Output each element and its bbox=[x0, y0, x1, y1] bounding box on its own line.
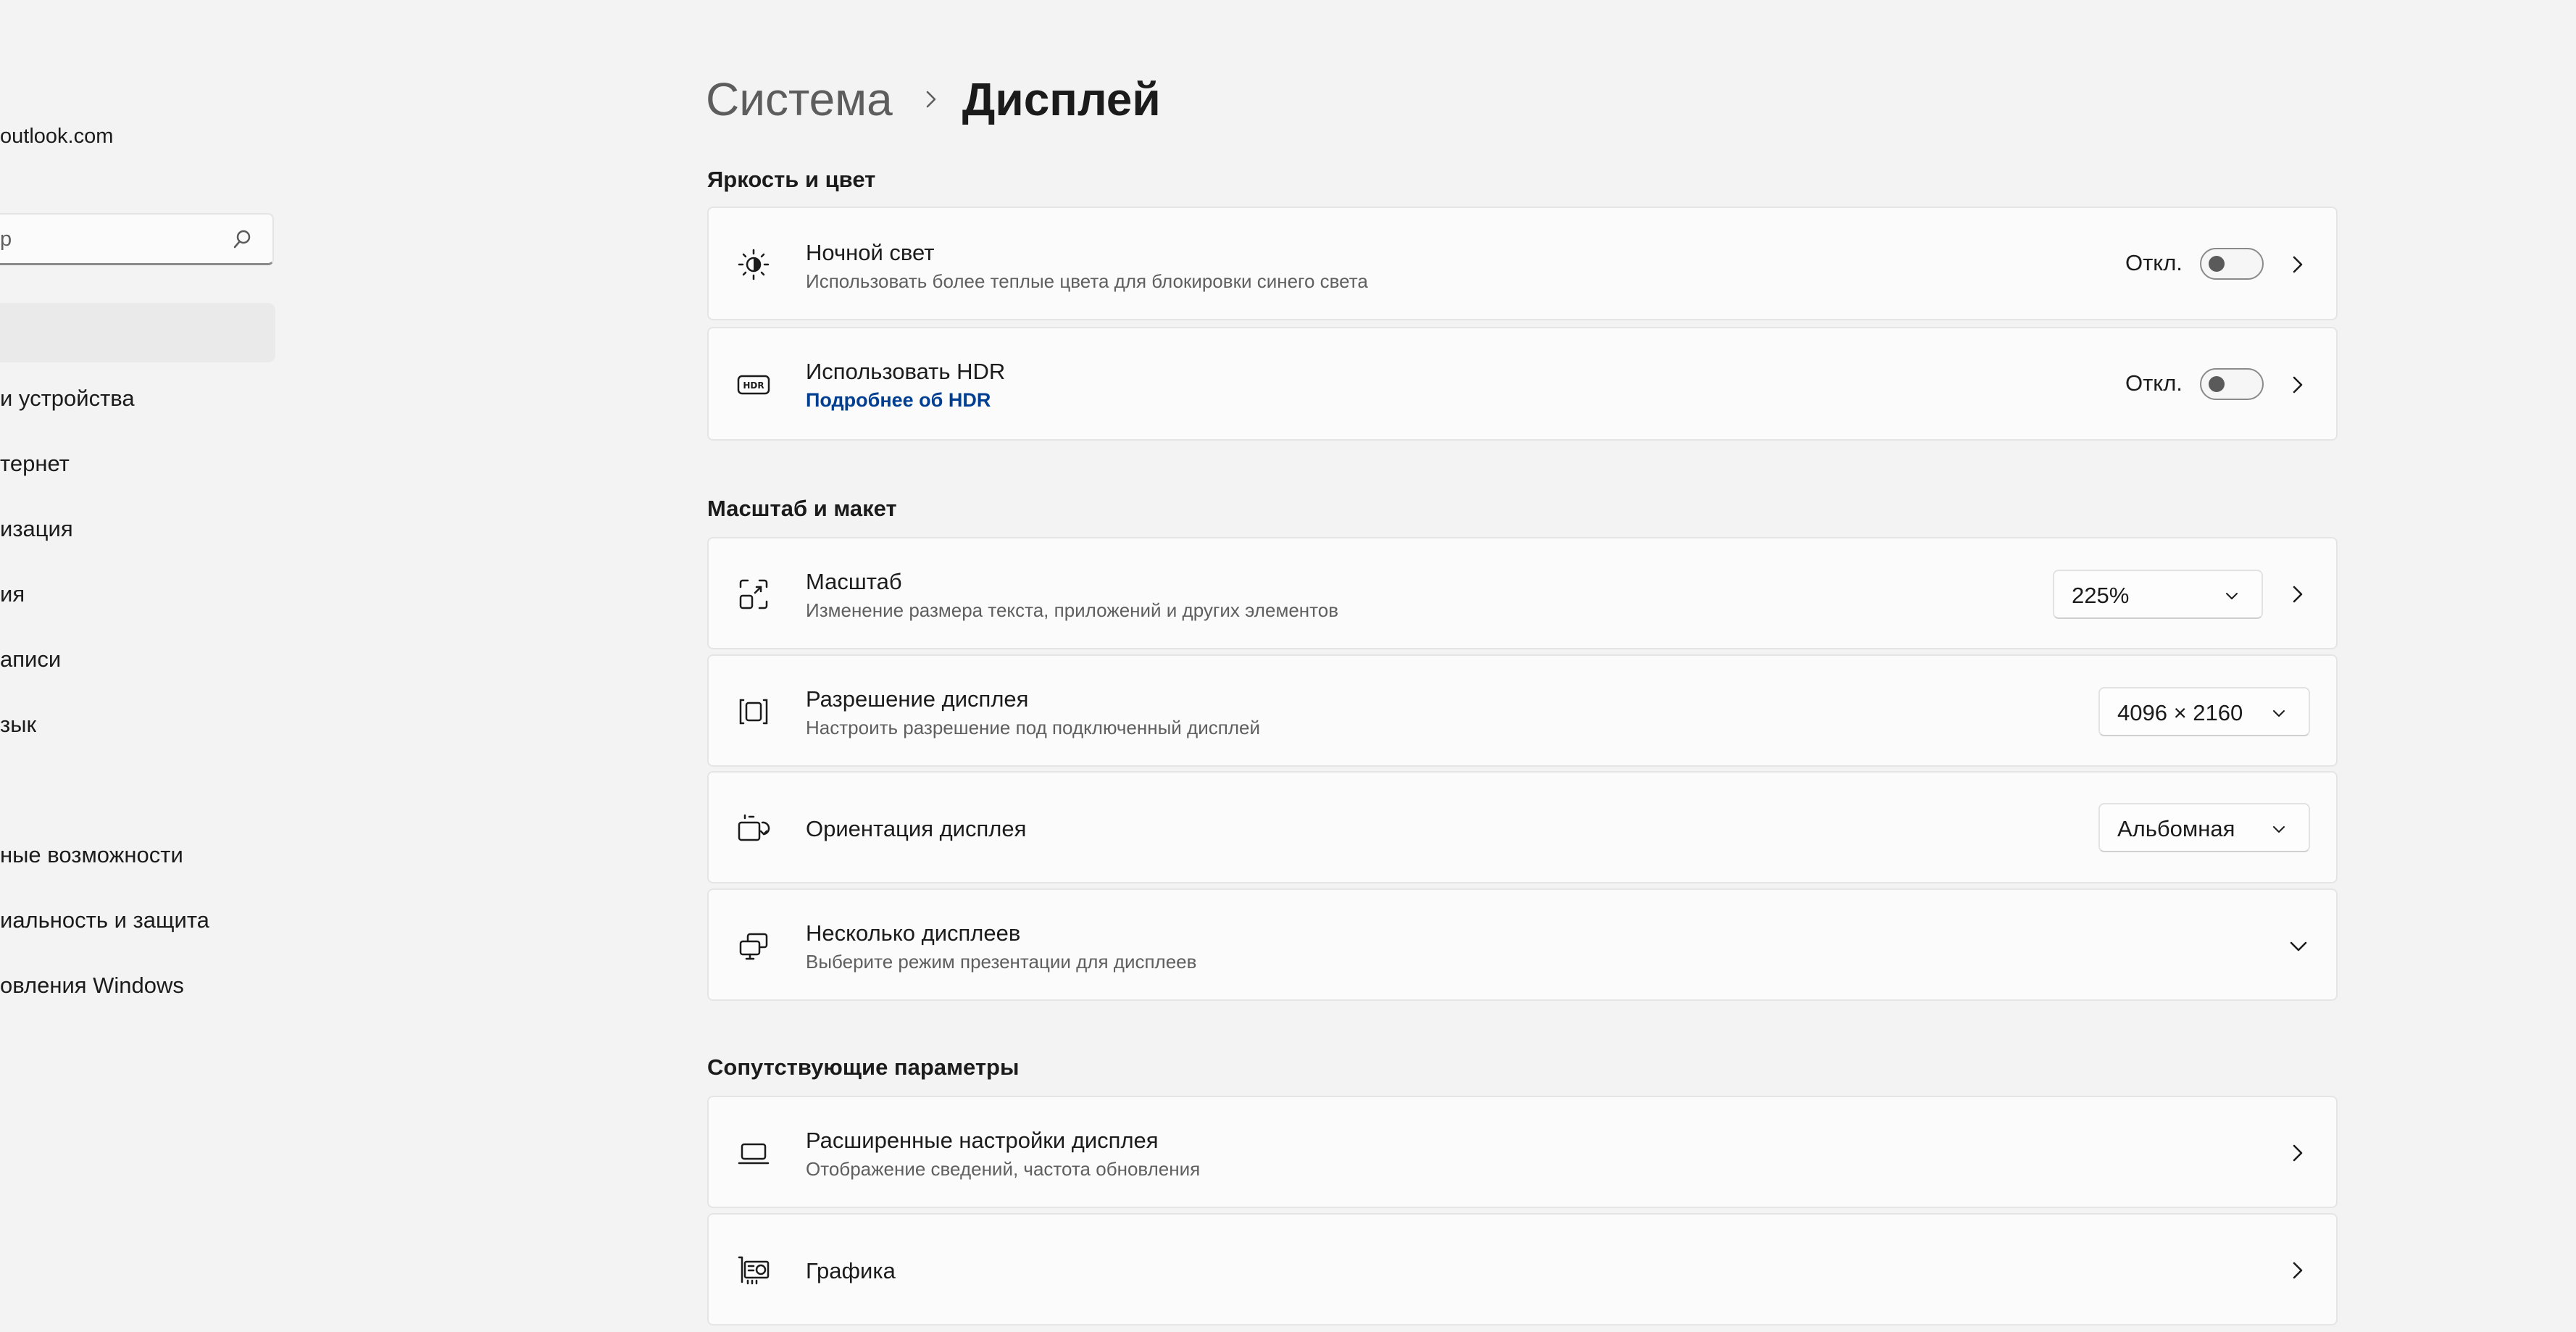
multiple-displays-subtitle: Выберите режим презентации для дисплеев bbox=[806, 951, 1197, 973]
sidebar-item-privacy[interactable]: иальность и защита bbox=[0, 907, 209, 933]
night-light-toggle[interactable] bbox=[2200, 248, 2264, 280]
multiple-displays-card[interactable]: Несколько дисплеев Выберите режим презен… bbox=[707, 888, 2338, 1001]
brightness-icon bbox=[736, 247, 771, 282]
sidebar-item-windows-update[interactable]: овления Windows bbox=[0, 973, 184, 999]
sidebar-item-system[interactable] bbox=[0, 303, 275, 362]
section-title-scale-layout: Масштаб и макет bbox=[707, 496, 897, 521]
toggle-knob bbox=[2209, 256, 2225, 272]
orientation-card[interactable]: Ориентация дисплея Альбомная bbox=[707, 771, 2338, 883]
resolution-card[interactable]: Разрешение дисплея Настроить разрешение … bbox=[707, 654, 2338, 767]
section-title-related: Сопутствующие параметры bbox=[707, 1054, 1020, 1080]
scale-dropdown-value: 225% bbox=[2072, 583, 2130, 608]
chevron-right-icon[interactable] bbox=[2288, 585, 2307, 604]
resolution-title: Разрешение дисплея bbox=[806, 686, 1029, 712]
toggle-knob bbox=[2209, 376, 2225, 392]
graphics-title: Графика bbox=[806, 1258, 896, 1283]
resolution-dropdown-value: 4096 × 2160 bbox=[2117, 700, 2243, 725]
resolution-dropdown[interactable]: 4096 × 2160 bbox=[2098, 687, 2310, 736]
night-light-title: Ночной свет bbox=[806, 240, 935, 265]
advanced-display-subtitle: Отображение сведений, частота обновления bbox=[806, 1158, 1201, 1180]
hdr-state-label: Откл. bbox=[2125, 370, 2183, 396]
scale-subtitle: Изменение размера текста, приложений и д… bbox=[806, 599, 1339, 621]
orientation-dropdown-value: Альбомная bbox=[2117, 816, 2235, 841]
hdr-title: Использовать HDR bbox=[806, 359, 1006, 384]
chevron-down-icon bbox=[2271, 706, 2287, 722]
sidebar-item-devices[interactable]: и устройства bbox=[0, 386, 135, 412]
chevron-down-icon bbox=[2271, 822, 2287, 838]
hdr-learn-more-link[interactable]: Подробнее об HDR bbox=[806, 389, 991, 412]
chevron-right-icon[interactable] bbox=[2288, 1261, 2307, 1280]
hdr-toggle[interactable] bbox=[2200, 368, 2264, 400]
chevron-right-icon[interactable] bbox=[2288, 375, 2307, 394]
search-input-text: р bbox=[0, 228, 12, 251]
sidebar-item-accessibility[interactable]: ные возможности bbox=[0, 842, 183, 868]
chevron-right-icon[interactable] bbox=[2288, 255, 2307, 274]
chevron-right-icon bbox=[920, 88, 942, 110]
breadcrumb: Система Дисплей bbox=[706, 72, 1161, 126]
sidebar-item-personalization[interactable]: изация bbox=[0, 516, 73, 542]
sidebar-item-accounts[interactable]: аписи bbox=[0, 646, 61, 673]
search-icon[interactable] bbox=[233, 228, 257, 251]
hdr-card[interactable]: HDR Использовать HDR Подробнее об HDR От… bbox=[707, 327, 2338, 441]
breadcrumb-parent[interactable]: Система bbox=[706, 72, 893, 126]
graphics-card-icon bbox=[736, 1253, 771, 1288]
sidebar: outlook.com р и устройства тернет изация… bbox=[0, 0, 283, 1332]
scale-dropdown[interactable]: 225% bbox=[2053, 570, 2263, 619]
rotate-display-icon bbox=[736, 811, 771, 846]
resolution-subtitle: Настроить разрешение под подключенный ди… bbox=[806, 717, 1260, 738]
chevron-down-icon bbox=[2224, 588, 2240, 604]
search-input[interactable]: р bbox=[0, 213, 274, 265]
scale-icon bbox=[736, 577, 771, 612]
night-light-card[interactable]: Ночной свет Использовать более теплые цв… bbox=[707, 207, 2338, 320]
night-light-subtitle: Использовать более теплые цвета для блок… bbox=[806, 270, 1368, 292]
section-title-brightness: Яркость и цвет bbox=[707, 167, 876, 192]
advanced-display-card[interactable]: Расширенные настройки дисплея Отображени… bbox=[707, 1096, 2338, 1208]
orientation-title: Ориентация дисплея bbox=[806, 816, 1027, 841]
hdr-icon: HDR bbox=[736, 367, 771, 402]
account-email: outlook.com bbox=[0, 125, 114, 148]
laptop-icon bbox=[736, 1136, 771, 1170]
advanced-display-title: Расширенные настройки дисплея bbox=[806, 1128, 1159, 1153]
graphics-card[interactable]: Графика bbox=[707, 1213, 2338, 1325]
night-light-state-label: Откл. bbox=[2125, 250, 2183, 275]
multiple-displays-icon bbox=[736, 928, 771, 963]
sidebar-item-network[interactable]: тернет bbox=[0, 451, 70, 477]
page-title: Дисплей bbox=[962, 73, 1161, 125]
scale-title: Масштаб bbox=[806, 569, 902, 594]
chevron-right-icon[interactable] bbox=[2288, 1144, 2307, 1162]
resolution-icon bbox=[736, 694, 771, 729]
multiple-displays-title: Несколько дисплеев bbox=[806, 920, 1021, 946]
chevron-down-icon[interactable] bbox=[2288, 936, 2309, 957]
sidebar-item-language[interactable]: зык bbox=[0, 712, 36, 738]
orientation-dropdown[interactable]: Альбомная bbox=[2098, 803, 2310, 852]
hdr-badge-text: HDR bbox=[743, 380, 764, 391]
sidebar-item-apps[interactable]: ия bbox=[0, 581, 25, 607]
scale-card[interactable]: Масштаб Изменение размера текста, прилож… bbox=[707, 537, 2338, 649]
